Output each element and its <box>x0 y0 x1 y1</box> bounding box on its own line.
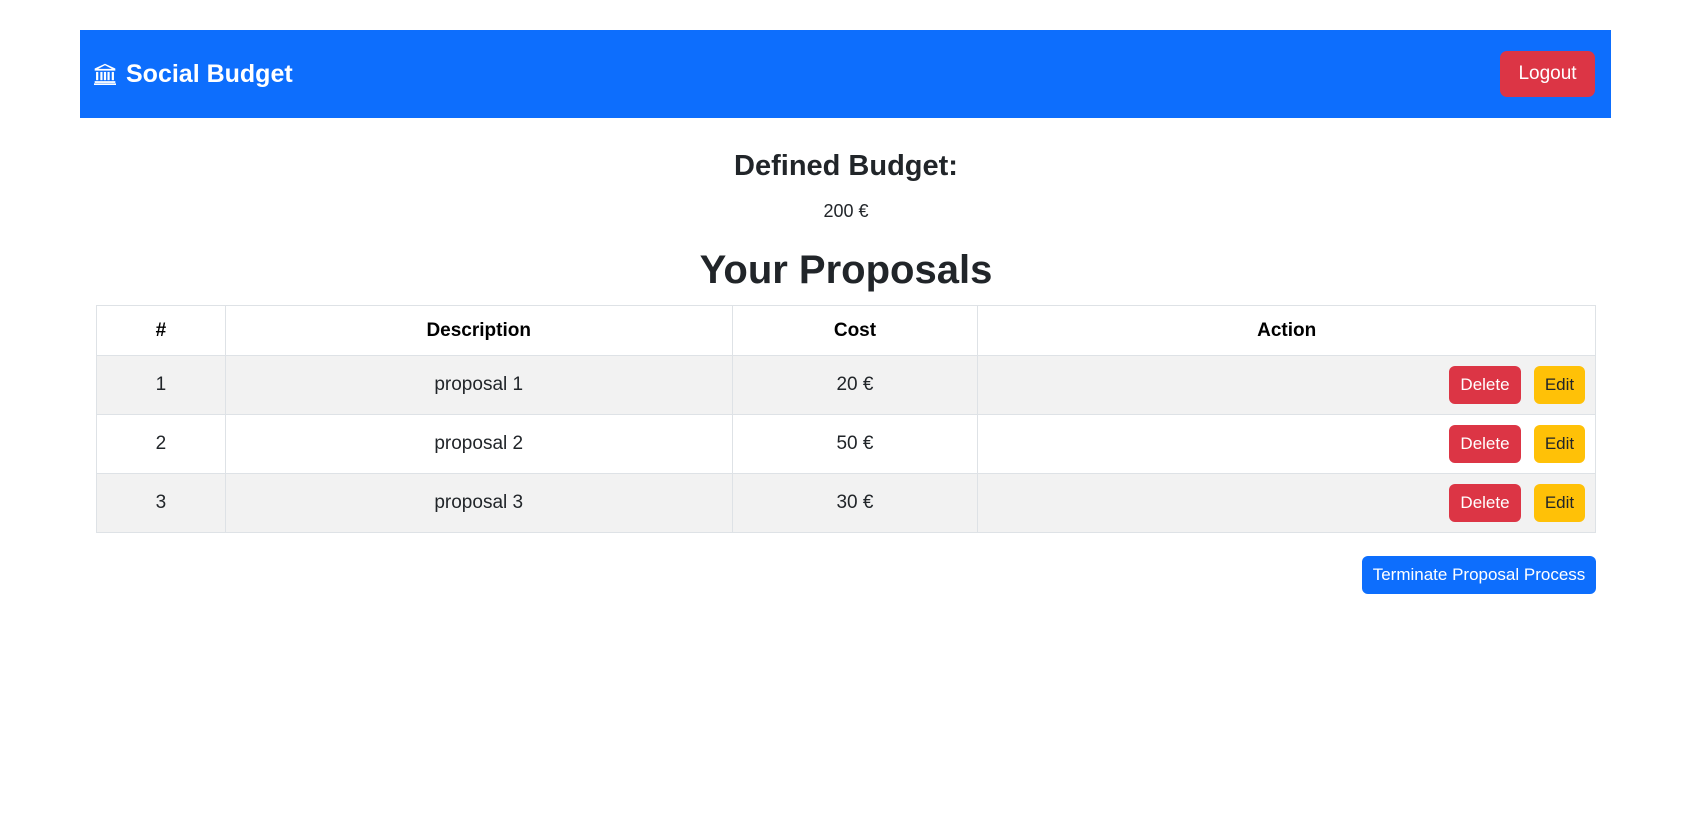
row-cost: 20 € <box>731 355 979 415</box>
bank-icon <box>94 63 116 85</box>
edit-button[interactable]: Edit <box>1534 425 1585 463</box>
row-description: proposal 2 <box>224 414 733 474</box>
row-description: proposal 3 <box>224 473 733 533</box>
logout-button[interactable]: Logout <box>1500 51 1595 97</box>
row-cost: 30 € <box>731 473 979 533</box>
table-row: 3 proposal 3 30 € Delete Edit <box>96 473 1596 533</box>
row-number: 2 <box>96 414 226 474</box>
delete-button[interactable]: Delete <box>1449 425 1521 463</box>
budget-title: Defined Budget: <box>734 150 958 182</box>
row-actions: Delete Edit <box>977 473 1596 533</box>
terminate-proposal-process-button[interactable]: Terminate Proposal Process <box>1362 556 1596 594</box>
budget-value: 200 € <box>823 201 869 221</box>
proposals-table: # Description Cost Action 1 proposal 1 2… <box>96 305 1596 533</box>
edit-button[interactable]: Edit <box>1534 366 1585 404</box>
row-description: proposal 1 <box>224 355 733 415</box>
column-header-description: Description <box>224 305 733 356</box>
table-row: 1 proposal 1 20 € Delete Edit <box>96 355 1596 415</box>
navbar: Social Budget Logout <box>80 30 1611 118</box>
row-number: 1 <box>96 355 226 415</box>
row-actions: Delete Edit <box>977 355 1596 415</box>
delete-button[interactable]: Delete <box>1449 484 1521 522</box>
delete-button[interactable]: Delete <box>1449 366 1521 404</box>
column-header-cost: Cost <box>731 305 979 356</box>
row-cost: 50 € <box>731 414 979 474</box>
edit-button[interactable]: Edit <box>1534 484 1585 522</box>
navbar-brand[interactable]: Social Budget <box>94 60 293 89</box>
row-actions: Delete Edit <box>977 414 1596 474</box>
proposals-title: Your Proposals <box>699 248 993 292</box>
brand-title: Social Budget <box>126 59 293 88</box>
column-header-action: Action <box>977 305 1596 356</box>
table-header-row: # Description Cost Action <box>96 305 1596 356</box>
table-row: 2 proposal 2 50 € Delete Edit <box>96 414 1596 474</box>
column-header-number: # <box>96 305 226 356</box>
row-number: 3 <box>96 473 226 533</box>
